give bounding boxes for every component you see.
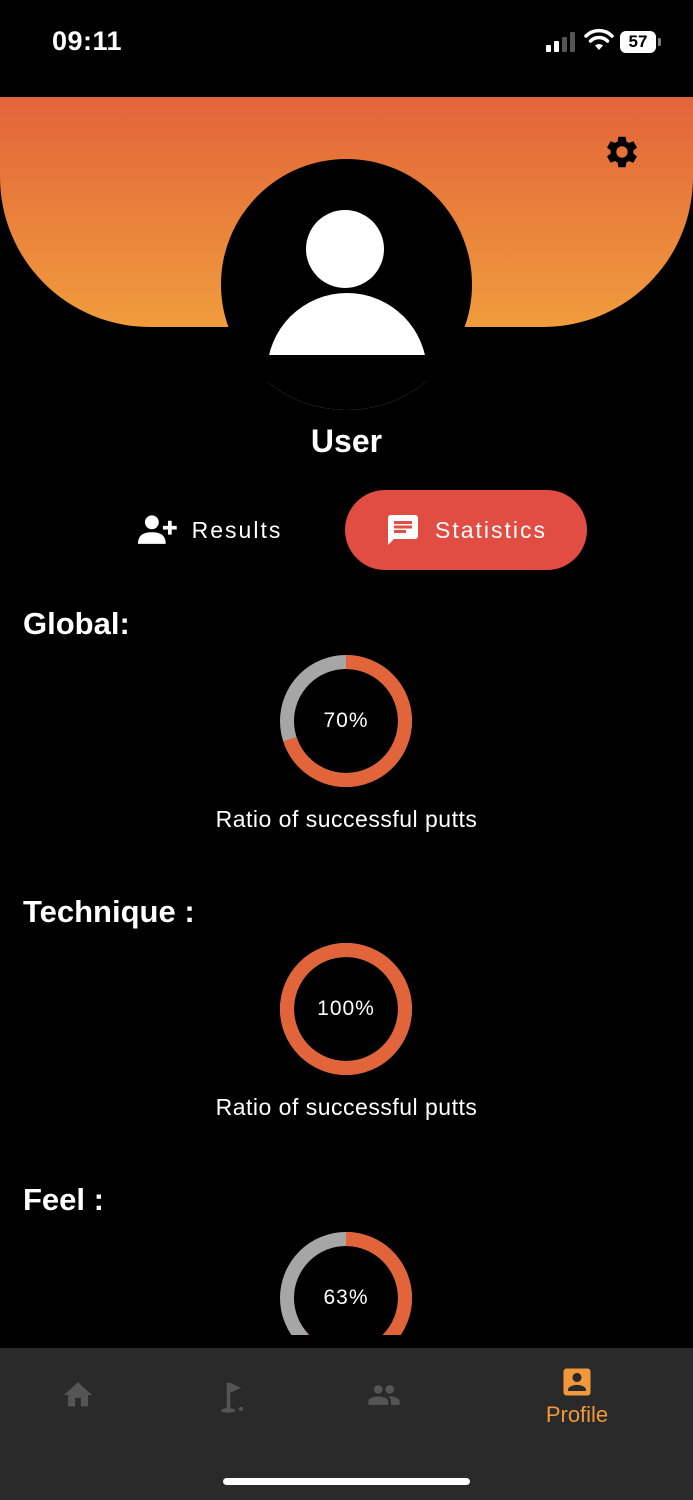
bottom-navigation: Profile [0,1348,693,1500]
donut-chart-feel: 63% [278,1230,414,1335]
home-icon [63,1382,93,1407]
stat-caption-global: Ratio of successful putts [215,806,478,832]
tab-results-label: Results [191,516,283,543]
donut-label: 63% [323,1286,369,1309]
stat-caption-technique: Ratio of successful putts [215,1094,478,1120]
user-name: User [310,423,383,459]
donut-label: 100% [317,997,375,1020]
golf-flag-icon [221,1382,244,1413]
nav-profile-label: Profile [545,1402,609,1427]
nav-home[interactable] [50,1348,106,1438]
battery-nub [658,38,661,46]
tab-statistics[interactable]: Statistics [345,490,587,570]
section-title-feel: Feel : [23,1182,104,1217]
donut-label: 70% [323,709,369,732]
nav-friends[interactable] [356,1348,412,1438]
person-icon-head [306,210,384,288]
status-bar: 09:11 57 [0,0,693,96]
group-icon [368,1385,400,1405]
donut-chart-global: 70% [278,653,414,789]
add-person-icon [137,515,177,544]
donut-chart-technique: 100% [278,941,414,1077]
gear-icon [607,136,637,168]
section-title-technique: Technique : [23,894,195,929]
settings-button[interactable] [603,133,641,171]
cellular-signal-icon [546,32,575,52]
tab-results[interactable]: Results [120,490,300,570]
section-title-global: Global: [23,606,130,641]
chat-icon [387,515,418,545]
battery-level: 57 [628,32,648,51]
account-box-icon [563,1368,591,1396]
tab-statistics-label: Statistics [434,516,548,543]
status-time: 09:11 [52,26,123,56]
avatar-mask [221,355,472,410]
battery-indicator: 57 [620,31,661,53]
home-indicator [223,1478,470,1485]
nav-play[interactable] [204,1348,260,1438]
nav-profile[interactable]: Profile [530,1348,624,1438]
wifi-icon [584,28,614,50]
avatar[interactable] [221,159,472,410]
